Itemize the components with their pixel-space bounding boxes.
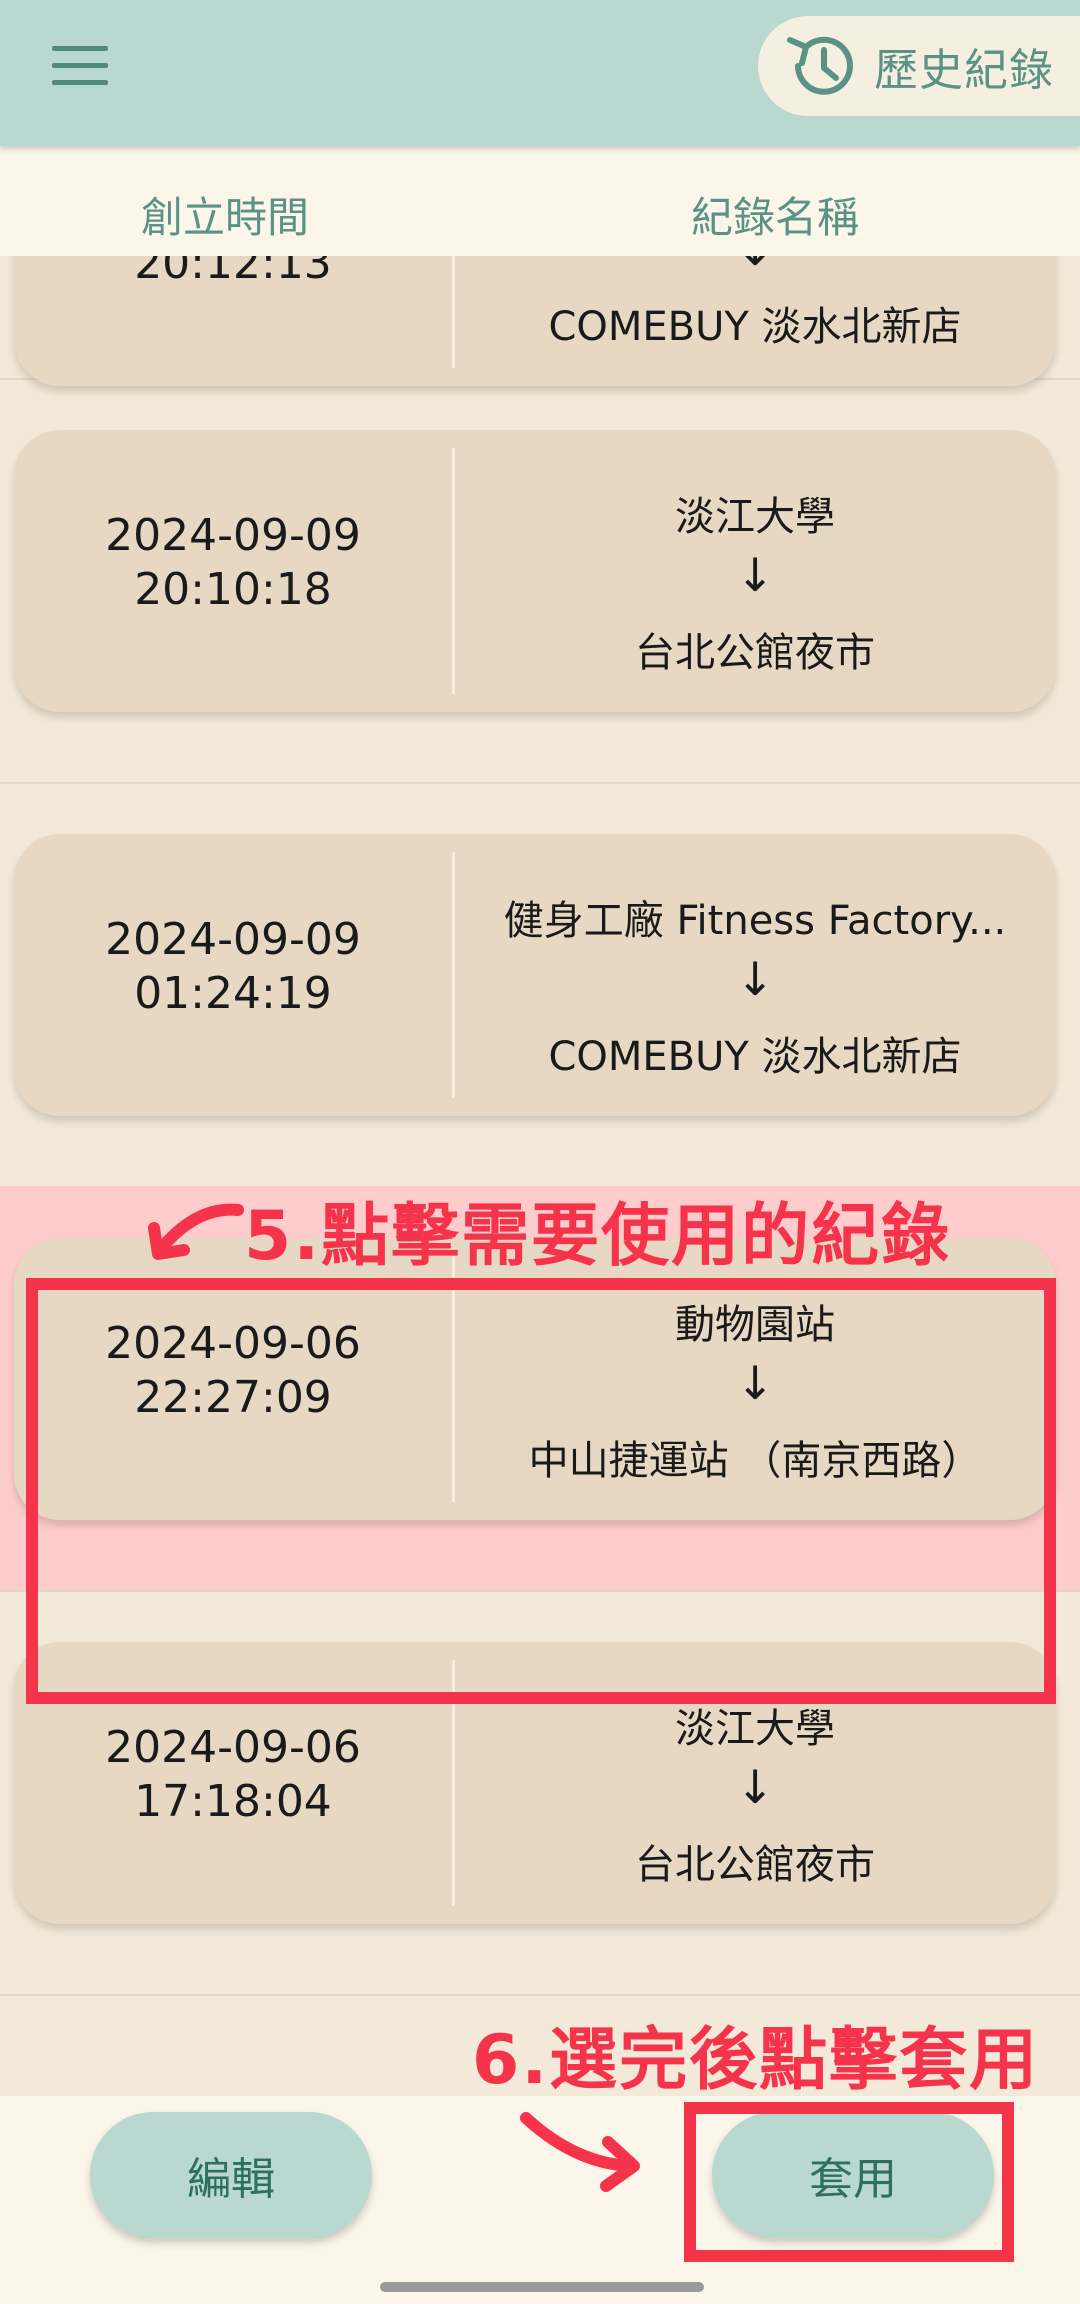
record-from: 淡江大學 bbox=[675, 494, 835, 540]
history-label: 歷史紀錄 bbox=[874, 45, 1054, 96]
column-time-header: 創立時間 bbox=[140, 193, 309, 242]
record-time: 20:10:18 bbox=[134, 564, 332, 615]
record-to: 台北公館夜市 bbox=[635, 1842, 875, 1888]
annotation-highlight-record bbox=[26, 1278, 1056, 1704]
hamburger-menu-icon[interactable] bbox=[52, 46, 108, 86]
record-from: 健身工廠 Fitness Factory... bbox=[503, 898, 1007, 944]
arrow-down-icon: ↓ bbox=[455, 256, 1055, 276]
record-date: 2024-09-06 bbox=[105, 1722, 361, 1773]
gesture-navigation-bar[interactable] bbox=[380, 2282, 704, 2292]
record-card[interactable]: 2024-09-09 20:10:18 淡江大學 ↓ 台北公館夜市 bbox=[14, 430, 1056, 712]
record-time: 01:24:19 bbox=[134, 968, 332, 1019]
arrow-down-icon: ↓ bbox=[735, 548, 775, 602]
annotation-step6: 6.選完後點擊套用 bbox=[472, 2021, 1040, 2100]
record-card[interactable]: 2024-09-09 01:24:19 健身工廠 Fitness Factory… bbox=[14, 834, 1056, 1116]
record-row[interactable]: 2024-09-09 01:24:19 健身工廠 Fitness Factory… bbox=[0, 782, 1080, 1188]
record-row[interactable]: 20:12:13 ↓ COMEBUY 淡水北新店 bbox=[0, 256, 1080, 386]
record-date: 2024-09-09 bbox=[105, 914, 361, 965]
record-time: 20:12:13 bbox=[134, 256, 332, 289]
annotation-arrow-step6 bbox=[520, 2112, 640, 2192]
app-bar: 歷史紀錄 bbox=[0, 0, 1080, 146]
record-to: COMEBUY 淡水北新店 bbox=[548, 304, 962, 350]
arrow-down-icon: ↓ bbox=[735, 952, 775, 1006]
annotation-step5: 5.點擊需要使用的紀錄 bbox=[244, 1197, 952, 1276]
history-button[interactable]: 歷史紀錄 bbox=[758, 16, 1080, 116]
record-time: 17:18:04 bbox=[134, 1776, 332, 1827]
annotation-arrow-step5 bbox=[148, 1203, 244, 1260]
record-to: COMEBUY 淡水北新店 bbox=[548, 1034, 962, 1080]
record-list[interactable]: 20:12:13 ↓ COMEBUY 淡水北新店 2024-09-09 20:1… bbox=[0, 256, 1080, 2096]
record-row[interactable]: 2024-09-09 20:10:18 淡江大學 ↓ 台北公館夜市 bbox=[0, 378, 1080, 784]
record-from: 淡江大學 bbox=[675, 1706, 835, 1752]
edit-button[interactable]: 編輯 bbox=[90, 2112, 372, 2238]
annotation-highlight-apply bbox=[684, 2102, 1014, 2262]
history-clock-icon bbox=[787, 36, 853, 95]
record-to: 台北公館夜市 bbox=[635, 630, 875, 676]
column-name-header: 紀錄名稱 bbox=[690, 193, 859, 242]
arrow-down-icon: ↓ bbox=[735, 1760, 775, 1814]
record-date: 2024-09-09 bbox=[105, 510, 361, 561]
record-card[interactable]: 20:12:13 ↓ COMEBUY 淡水北新店 bbox=[14, 256, 1056, 386]
column-header: 創立時間 紀錄名稱 bbox=[0, 146, 1080, 256]
